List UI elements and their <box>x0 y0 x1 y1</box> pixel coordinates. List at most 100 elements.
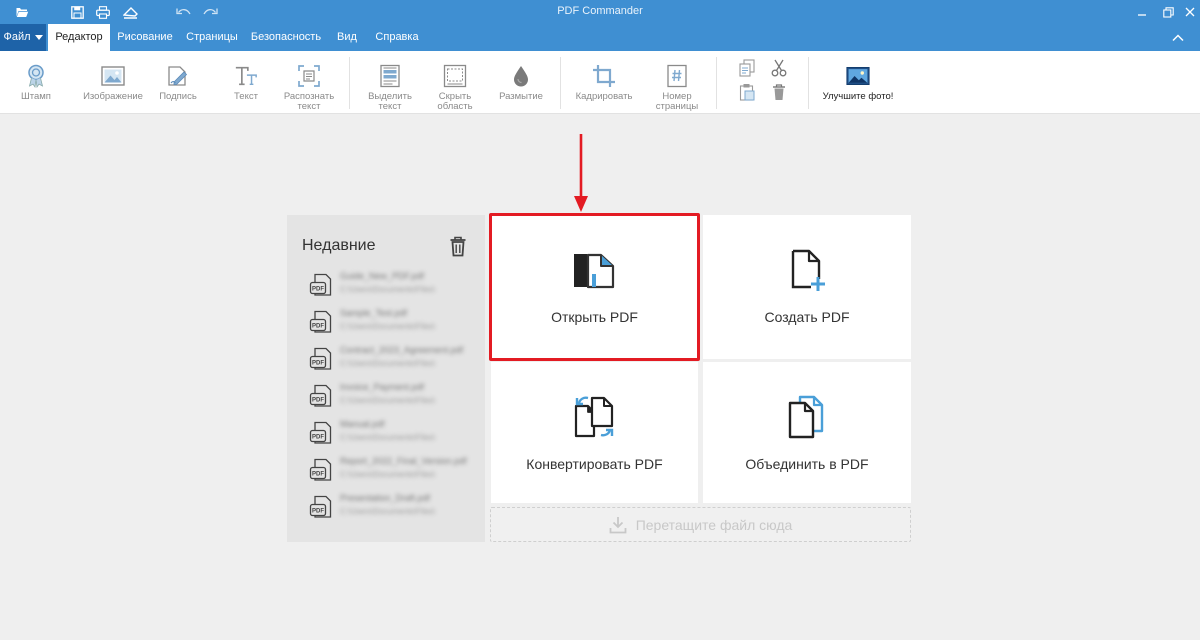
page-number-label: Номер страницы <box>655 91 699 112</box>
file-menu-label: Файл <box>3 31 31 43</box>
recent-file-item[interactable]: PDF Report_2022_Final_Version.pdf C:\Use… <box>309 455 479 485</box>
blur-label: Размытие <box>499 91 543 102</box>
recent-file-name: Contract_2023_Agreement.pdf <box>340 345 464 355</box>
collapse-ribbon-icon[interactable] <box>1170 30 1186 46</box>
download-icon <box>609 516 627 533</box>
tab-view[interactable]: Вид <box>331 24 363 51</box>
select-text-icon <box>378 64 402 88</box>
close-icon[interactable] <box>1181 3 1199 21</box>
file-menu-button[interactable]: Файл <box>0 24 46 51</box>
text-button[interactable]: Текст <box>226 51 266 114</box>
recent-file-name: Invoice_Payment.pdf <box>340 382 425 392</box>
create-pdf-card[interactable]: Создать PDF <box>703 215 911 359</box>
recent-file-name: Manual.pdf <box>340 419 385 429</box>
convert-pdf-card[interactable]: Конвертировать PDF <box>491 362 698 503</box>
hide-area-button[interactable]: Скрыть область <box>428 51 482 114</box>
select-text-button[interactable]: Выделить текст <box>362 51 418 114</box>
improve-photo-button[interactable]: Улучшите фото! <box>818 51 898 114</box>
recent-title: Недавние <box>302 237 376 254</box>
merge-pdf-icon <box>782 392 832 442</box>
blur-icon <box>509 64 533 88</box>
blur-button[interactable]: Размытие <box>494 51 548 114</box>
crop-icon <box>592 64 616 88</box>
ribbon-separator <box>560 57 561 109</box>
stamp-icon <box>24 64 48 88</box>
svg-text:PDF: PDF <box>312 324 324 330</box>
recent-file-name: Presentation_Draft.pdf <box>340 493 431 503</box>
recent-file-name: Report_2022_Final_Version.pdf <box>340 456 467 466</box>
recent-file-item[interactable]: PDF Sample_Test.pdf C:\Users\Documents\F… <box>309 307 479 337</box>
tab-editor[interactable]: Редактор <box>48 24 110 51</box>
merge-pdf-card[interactable]: Объединить в PDF <box>703 362 911 503</box>
merge-pdf-label: Объединить в PDF <box>745 456 869 472</box>
open-pdf-highlight-frame <box>489 213 700 361</box>
restore-icon[interactable] <box>1159 3 1177 21</box>
tab-drawing[interactable]: Рисование <box>112 24 178 51</box>
svg-text:PDF: PDF <box>312 509 324 515</box>
select-text-label: Выделить текст <box>368 91 412 112</box>
crop-label: Кадрировать <box>575 91 633 102</box>
signature-icon <box>166 64 190 88</box>
signature-label: Подпись <box>159 91 197 102</box>
recent-file-item[interactable]: PDF Manual.pdf C:\Users\Documents\Files\ <box>309 418 479 448</box>
hide-area-icon <box>443 64 467 88</box>
scissors-icon[interactable] <box>769 58 789 78</box>
crop-button[interactable]: Кадрировать <box>570 51 638 114</box>
tab-help[interactable]: Справка <box>369 24 425 51</box>
hide-area-label: Скрыть область <box>437 91 473 112</box>
paste-icon[interactable] <box>737 82 757 102</box>
svg-text:PDF: PDF <box>312 472 324 478</box>
page-number-button[interactable]: Номер страницы <box>648 51 706 114</box>
image-label: Изображение <box>83 91 143 102</box>
ocr-icon <box>297 64 321 88</box>
image-button[interactable]: Изображение <box>82 51 144 114</box>
minimize-icon[interactable] <box>1133 3 1151 21</box>
annotation-arrow-icon <box>574 134 588 212</box>
tab-security[interactable]: Безопасность <box>248 24 324 51</box>
pdf-file-icon: PDF <box>309 495 333 521</box>
recent-file-path: C:\Users\Documents\Files\ <box>340 322 436 331</box>
text-label: Текст <box>234 91 258 102</box>
recent-file-item[interactable]: PDF Presentation_Draft.pdf C:\Users\Docu… <box>309 492 479 522</box>
ribbon-separator <box>808 57 809 109</box>
window-title: PDF Commander <box>557 5 643 17</box>
page-number-icon <box>665 64 689 88</box>
drop-zone[interactable]: Перетащите файл сюда <box>490 507 911 542</box>
recent-files-panel: Недавние PDF Guide_New_PDF.pdf C:\Users\… <box>287 215 485 542</box>
svg-text:PDF: PDF <box>312 398 324 404</box>
recent-file-path: C:\Users\Documents\Files\ <box>340 470 436 479</box>
recent-file-name: Guide_New_PDF.pdf <box>340 271 425 281</box>
recent-file-item[interactable]: PDF Guide_New_PDF.pdf C:\Users\Documents… <box>309 270 479 300</box>
recent-file-item[interactable]: PDF Invoice_Payment.pdf C:\Users\Documen… <box>309 381 479 411</box>
svg-text:PDF: PDF <box>312 287 324 293</box>
pdf-file-icon: PDF <box>309 347 333 373</box>
signature-button[interactable]: Подпись <box>156 51 200 114</box>
pdf-file-icon: PDF <box>309 458 333 484</box>
recent-file-path: C:\Users\Documents\Files\ <box>340 396 436 405</box>
pdf-file-icon: PDF <box>309 384 333 410</box>
title-bar: PDF Commander <box>0 0 1200 24</box>
recent-file-item[interactable]: PDF Contract_2023_Agreement.pdf C:\Users… <box>309 344 479 374</box>
tab-pages[interactable]: Страницы <box>183 24 241 51</box>
recent-file-path: C:\Users\Documents\Files\ <box>340 507 436 516</box>
photo-icon <box>846 64 870 88</box>
recent-file-path: C:\Users\Documents\Files\ <box>340 359 436 368</box>
recent-file-path: C:\Users\Documents\Files\ <box>340 433 436 442</box>
pdf-file-icon: PDF <box>309 421 333 447</box>
ocr-label: Распознать текст <box>283 91 335 112</box>
svg-text:PDF: PDF <box>312 435 324 441</box>
delete-icon[interactable] <box>769 82 789 102</box>
stamp-button[interactable]: Штамп <box>14 51 58 114</box>
copy-icon[interactable] <box>737 58 757 78</box>
ocr-button[interactable]: Распознать текст <box>278 51 340 114</box>
ribbon-separator <box>716 57 717 109</box>
drop-zone-label: Перетащите файл сюда <box>635 516 793 533</box>
convert-pdf-label: Конвертировать PDF <box>526 456 663 472</box>
caret-down-icon <box>34 34 43 40</box>
create-pdf-label: Создать PDF <box>764 309 850 325</box>
pdf-file-icon: PDF <box>309 273 333 299</box>
improve-photo-label: Улучшите фото! <box>822 91 894 102</box>
trash-icon[interactable] <box>449 235 467 257</box>
pdf-file-icon: PDF <box>309 310 333 336</box>
text-icon <box>234 64 258 88</box>
